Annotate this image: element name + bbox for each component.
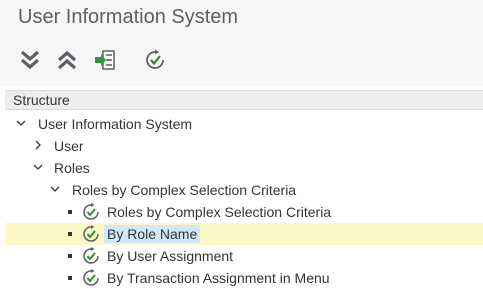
tree-node-roles[interactable]: Roles bbox=[5, 157, 483, 179]
chevron-down-icon[interactable] bbox=[15, 117, 27, 129]
chevron-down-icon[interactable] bbox=[32, 161, 44, 173]
bullet-icon bbox=[68, 254, 72, 258]
tree-node-label: By Role Name bbox=[104, 225, 201, 243]
structure-header: Structure bbox=[5, 90, 483, 110]
tree-node-label: User Information System bbox=[38, 116, 193, 132]
bullet-icon bbox=[68, 210, 72, 214]
tree-node-label: By Transaction Assignment in Menu bbox=[107, 270, 330, 286]
collapse-all-button[interactable] bbox=[54, 47, 80, 73]
clock-check-icon bbox=[146, 49, 164, 69]
title-bar: User Information System bbox=[0, 0, 483, 38]
tree-node-label: Roles by Complex Selection Criteria bbox=[72, 182, 297, 198]
tree-node-label: Roles by Complex Selection Criteria bbox=[107, 204, 332, 220]
tree-node-user[interactable]: User bbox=[5, 135, 483, 157]
chevron-down-icon[interactable] bbox=[49, 183, 61, 195]
execute-button[interactable] bbox=[142, 47, 168, 73]
double-chevron-up-icon bbox=[57, 50, 77, 70]
tree-node-report-by-user-assignment[interactable]: By User Assignment bbox=[5, 245, 483, 267]
structure-tree[interactable]: User Information System User Roles Roles… bbox=[5, 110, 483, 286]
expand-subtree-button[interactable] bbox=[92, 47, 118, 73]
double-chevron-down-icon bbox=[20, 50, 40, 70]
tree-node-label: Roles bbox=[54, 160, 90, 176]
tree-node-report-roles-by-complex-selection-criteria[interactable]: Roles by Complex Selection Criteria bbox=[5, 201, 483, 223]
expand-subtree-icon bbox=[95, 50, 115, 70]
chevron-right-icon[interactable] bbox=[32, 139, 44, 151]
clock-check-icon bbox=[83, 247, 99, 264]
tree-node-roles-by-complex-selection-criteria-folder[interactable]: Roles by Complex Selection Criteria bbox=[5, 179, 483, 201]
structure-header-label: Structure bbox=[13, 92, 70, 108]
expand-all-button[interactable] bbox=[17, 47, 43, 73]
clock-check-icon bbox=[83, 203, 99, 220]
clock-check-icon bbox=[83, 225, 99, 242]
bullet-icon bbox=[68, 232, 72, 236]
clock-check-icon bbox=[83, 269, 99, 286]
toolbar bbox=[0, 38, 483, 86]
tree-node-label: User bbox=[54, 138, 84, 154]
bullet-icon bbox=[68, 276, 72, 280]
tree-node-label: By User Assignment bbox=[107, 248, 234, 264]
tree-node-report-by-role-name[interactable]: By Role Name bbox=[5, 223, 483, 245]
tree-node-user-information-system[interactable]: User Information System bbox=[5, 113, 483, 135]
tree-node-report-by-transaction-assignment-in-menu[interactable]: By Transaction Assignment in Menu bbox=[5, 267, 483, 289]
page-title: User Information System bbox=[18, 6, 239, 28]
